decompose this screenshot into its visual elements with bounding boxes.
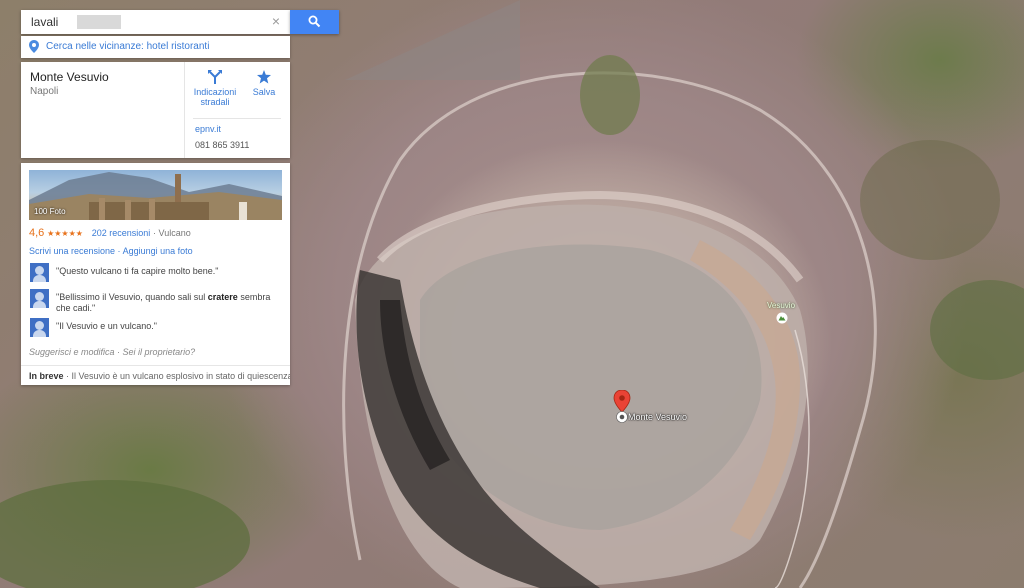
place-card: Monte Vesuvio Napoli Indicazioni stradal… [21,62,290,158]
place-category: · Vulcano [153,228,191,238]
write-review-link[interactable]: Scrivi una recensione [29,246,115,256]
marker-label: Monte Vesuvio [628,412,688,422]
review-text: "Bellissimo il Vesuvio, quando sali sul … [56,292,276,314]
star-icon [257,70,271,84]
divider [184,62,185,158]
reviews-card: 100 Foto 4,6 ★★★★★ 202 recensioni · Vulc… [21,163,290,385]
avatar-icon [30,318,49,337]
photo-count: 100 Foto [34,207,66,216]
mountain-poi-icon[interactable] [776,312,788,327]
photo-image [29,172,282,220]
directions-icon [208,70,222,84]
save-label: Salva [252,87,276,97]
review-actions: Scrivi una recensione · Aggiungi una fot… [29,246,193,256]
redacted-text [77,15,121,29]
add-photo-link[interactable]: Aggiungi una foto [123,246,193,256]
search-button[interactable] [290,10,339,34]
avatar-icon [30,289,49,308]
directions-button[interactable]: Indicazioni stradali [193,70,237,107]
suggest-edit-link[interactable]: Suggerisci e modifica [29,347,115,357]
place-city: Napoli [30,86,59,97]
owner-link[interactable]: Sei il proprietario? [123,347,196,357]
rating-value: 4,6 [29,227,45,239]
save-button[interactable]: Salva [246,70,282,97]
rating-stars-icon: ★★★★★ [47,229,83,238]
poi-label: Vesuvio [767,301,796,310]
summary-row[interactable]: In breve · Il Vesuvio è un vulcano esplo… [21,365,290,386]
suggest-row: Suggerisci e modifica · Sei il proprieta… [29,347,195,357]
nearby-label: Cerca nelle vicinanze: hotel ristoranti [46,41,210,52]
website-link[interactable]: epnv.it [195,124,221,134]
nearby-search-link[interactable]: Cerca nelle vicinanze: hotel ristoranti [21,36,290,58]
location-pin-icon [29,40,39,53]
avatar-icon [30,263,49,282]
search-box: × [21,10,290,34]
review-highlight: cratere [207,292,238,302]
directions-label: Indicazioni stradali [193,87,237,107]
reviews-count-link[interactable]: 202 recensioni [92,228,151,238]
link-separator: · [114,347,123,357]
phone-number: 081 865 3911 [195,140,250,150]
mountain-icon [776,312,788,324]
review-text-part: "Bellissimo il Vesuvio, quando sali sul [56,292,208,302]
clear-search-icon[interactable]: × [269,14,283,28]
search-input[interactable] [21,10,261,34]
summary-text: · Il Vesuvio è un vulcano esplosivo in s… [63,371,290,381]
place-photo[interactable]: 100 Foto [29,170,282,220]
rating-row: 4,6 ★★★★★ 202 recensioni · Vulcano [29,227,191,239]
link-separator: · [115,246,123,256]
summary-label: In breve [29,371,64,381]
review-text: "Questo vulcano ti fa capire molto bene.… [56,266,219,276]
place-name: Monte Vesuvio [30,70,109,84]
search-icon [308,15,321,28]
divider [193,118,281,119]
review-text: "Il Vesuvio e un vulcano." [56,321,157,331]
